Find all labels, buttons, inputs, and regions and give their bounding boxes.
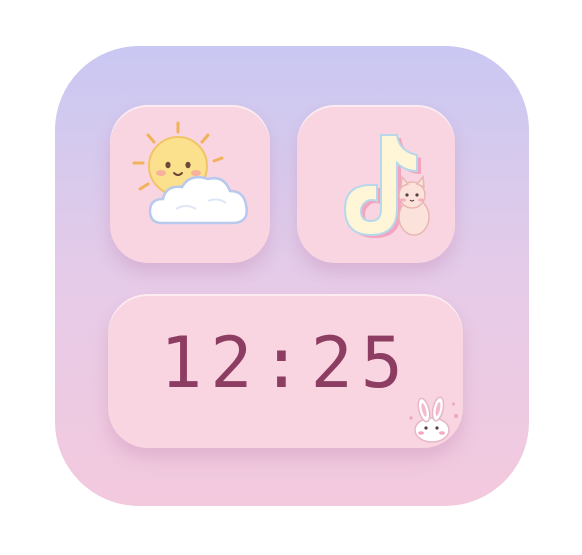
weather-app-icon[interactable]	[110, 105, 270, 263]
clock-time: 12:25	[160, 322, 411, 404]
home-screen-widget-card: 12:25	[55, 46, 529, 506]
sun-cloud-icon	[132, 121, 248, 225]
cat-sticker-icon	[398, 175, 430, 236]
bunny-sticker-icon	[409, 396, 458, 443]
tiktok-app-icon[interactable]	[297, 105, 455, 263]
clock-widget[interactable]: 12:25	[108, 294, 463, 448]
tiktok-icon	[343, 134, 430, 238]
